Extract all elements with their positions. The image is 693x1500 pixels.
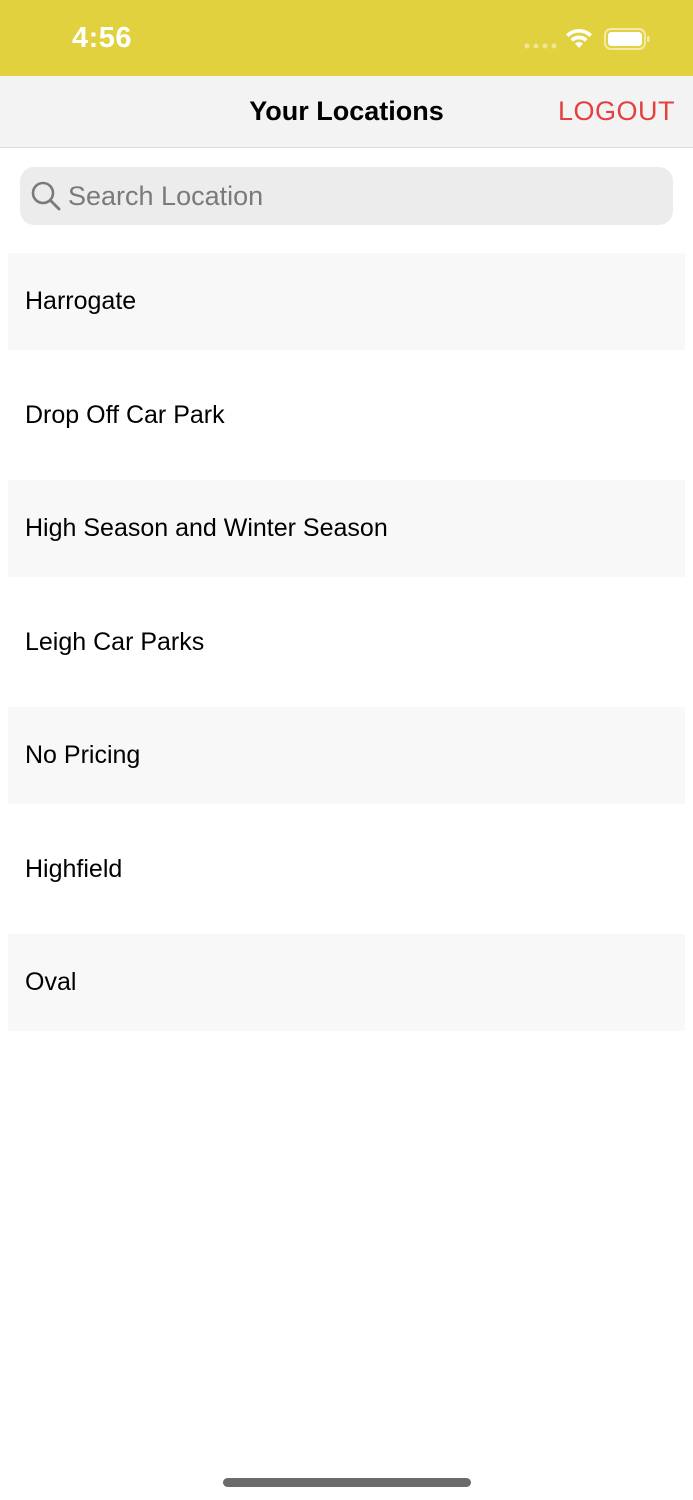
signal-icon <box>524 43 557 49</box>
home-indicator[interactable] <box>223 1478 471 1487</box>
location-item-no-pricing[interactable]: No Pricing <box>8 707 685 804</box>
location-item-oval[interactable]: Oval <box>8 934 685 1031</box>
location-list: Harrogate Drop Off Car Park High Season … <box>8 253 685 1031</box>
nav-bar: Your Locations LOGOUT <box>0 76 693 148</box>
status-bar: 4:56 <box>0 0 693 76</box>
screen: 4:56 Your Locations LOGOUT Harrogat <box>0 0 693 1500</box>
logout-button[interactable]: LOGOUT <box>558 96 675 127</box>
location-item-high-season-and-winter-season[interactable]: High Season and Winter Season <box>8 480 685 577</box>
location-item-highfield[interactable]: Highfield <box>8 804 685 934</box>
battery-icon <box>604 28 650 50</box>
status-time: 4:56 <box>72 22 133 54</box>
location-item-leigh-car-parks[interactable]: Leigh Car Parks <box>8 577 685 707</box>
location-item-harrogate[interactable]: Harrogate <box>8 253 685 350</box>
search-bar[interactable] <box>20 167 673 225</box>
location-item-drop-off-car-park[interactable]: Drop Off Car Park <box>8 350 685 480</box>
search-input[interactable] <box>68 167 673 225</box>
wifi-icon <box>566 28 592 48</box>
search-icon <box>31 181 61 211</box>
